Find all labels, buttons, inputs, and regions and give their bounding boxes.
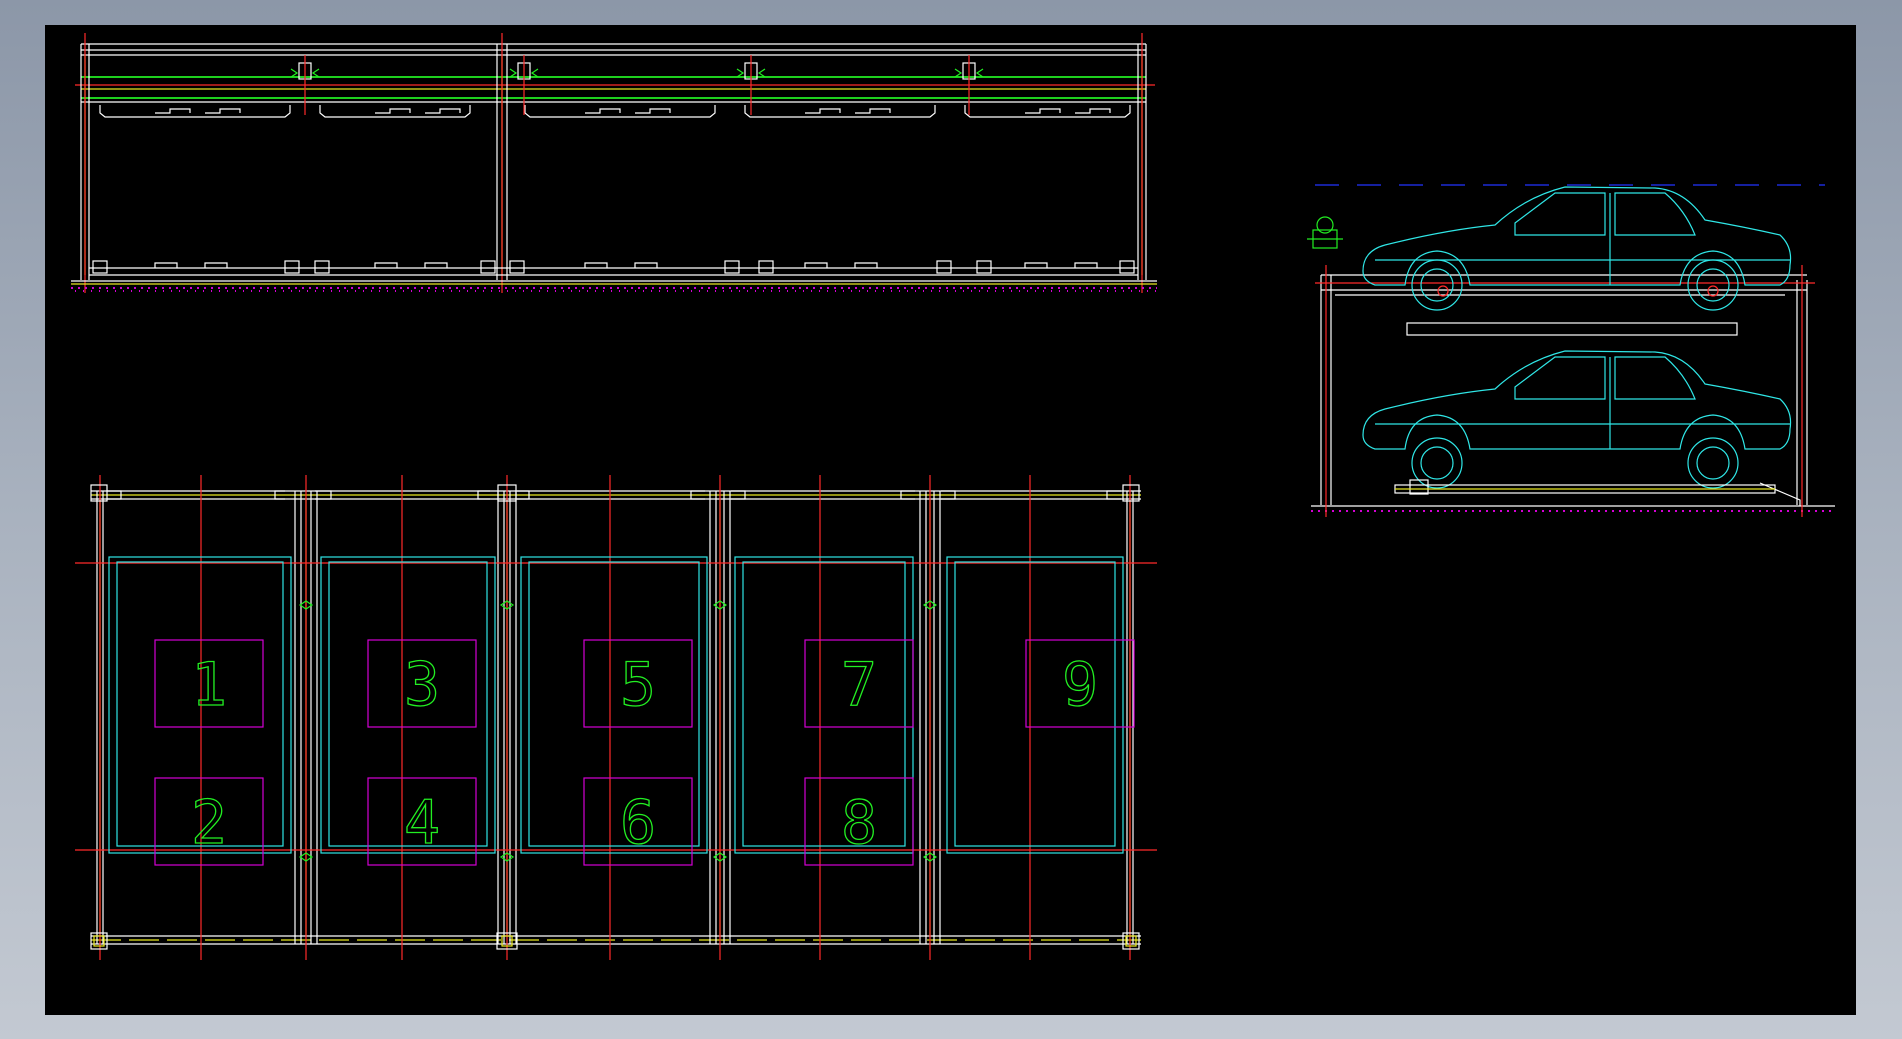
space-3-number: 3 xyxy=(404,650,440,720)
space-2-number: 2 xyxy=(191,788,227,858)
space-9-number: 9 xyxy=(1062,650,1098,720)
cad-drawing-svg: 1 2 3 4 5 6 7 8 9 xyxy=(71,33,1835,960)
space-4-number: 4 xyxy=(404,788,440,858)
plan-view: 1 2 3 4 5 6 7 8 9 xyxy=(75,475,1157,960)
space-6-number: 6 xyxy=(620,788,656,858)
cad-drawing-canvas[interactable]: 1 2 3 4 5 6 7 8 9 xyxy=(45,25,1856,1015)
side-elevation-view xyxy=(1307,184,1835,517)
lower-car xyxy=(1362,350,1792,489)
space-1-number: 1 xyxy=(191,650,227,720)
space-5-number: 5 xyxy=(620,650,656,720)
space-8-number: 8 xyxy=(841,788,877,858)
upper-car xyxy=(1362,186,1792,311)
front-elevation-view xyxy=(71,33,1160,293)
space-7-number: 7 xyxy=(841,650,877,720)
